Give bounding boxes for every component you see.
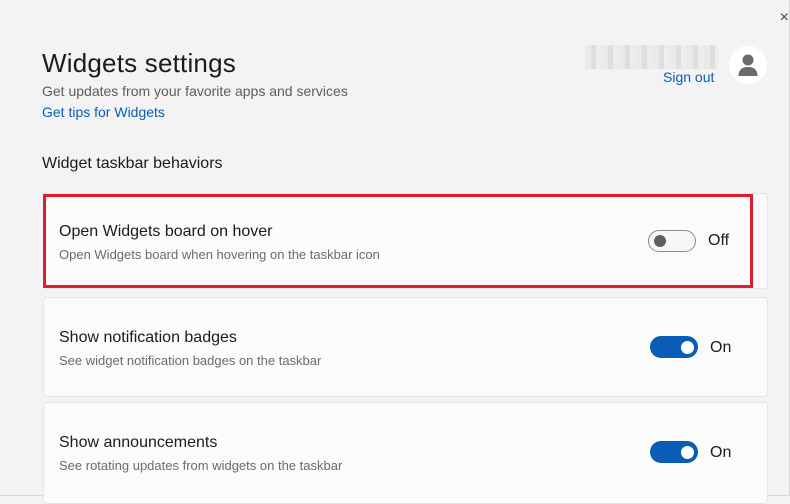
setting-title: Open Widgets board on hover xyxy=(59,223,273,240)
page-subtitle: Get updates from your favorite apps and … xyxy=(42,83,348,99)
setting-description: See rotating updates from widgets on the… xyxy=(59,458,343,473)
account-name-blurred xyxy=(585,45,718,69)
toggle-state-label: On xyxy=(710,444,732,461)
close-icon[interactable]: × xyxy=(775,8,789,28)
toggle-state-label: On xyxy=(710,339,732,356)
setting-title: Show notification badges xyxy=(59,329,237,346)
setting-description: Open Widgets board when hovering on the … xyxy=(59,247,380,262)
avatar[interactable] xyxy=(729,46,767,84)
setting-title: Show announcements xyxy=(59,434,218,451)
get-tips-link[interactable]: Get tips for Widgets xyxy=(42,104,165,120)
setting-card-badges: Show notification badges See widget noti… xyxy=(43,297,768,397)
setting-description: See widget notification badges on the ta… xyxy=(59,353,322,368)
page-title: Widgets settings xyxy=(42,48,236,78)
widgets-settings-window: × Widgets settings Get updates from your… xyxy=(0,0,790,504)
toggle-knob xyxy=(681,446,694,459)
section-title: Widget taskbar behaviors xyxy=(42,155,223,172)
setting-card-announcements: Show announcements See rotating updates … xyxy=(43,402,768,504)
badges-toggle[interactable] xyxy=(650,336,698,358)
announcements-toggle[interactable] xyxy=(650,441,698,463)
person-icon xyxy=(738,54,758,76)
toggle-state-label: Off xyxy=(708,232,730,249)
toggle-knob xyxy=(681,341,694,354)
hover-toggle[interactable] xyxy=(648,230,696,252)
sign-out-link[interactable]: Sign out xyxy=(663,69,714,85)
setting-card-hover: Open Widgets board on hover Open Widgets… xyxy=(43,193,768,289)
toggle-knob xyxy=(654,235,666,247)
